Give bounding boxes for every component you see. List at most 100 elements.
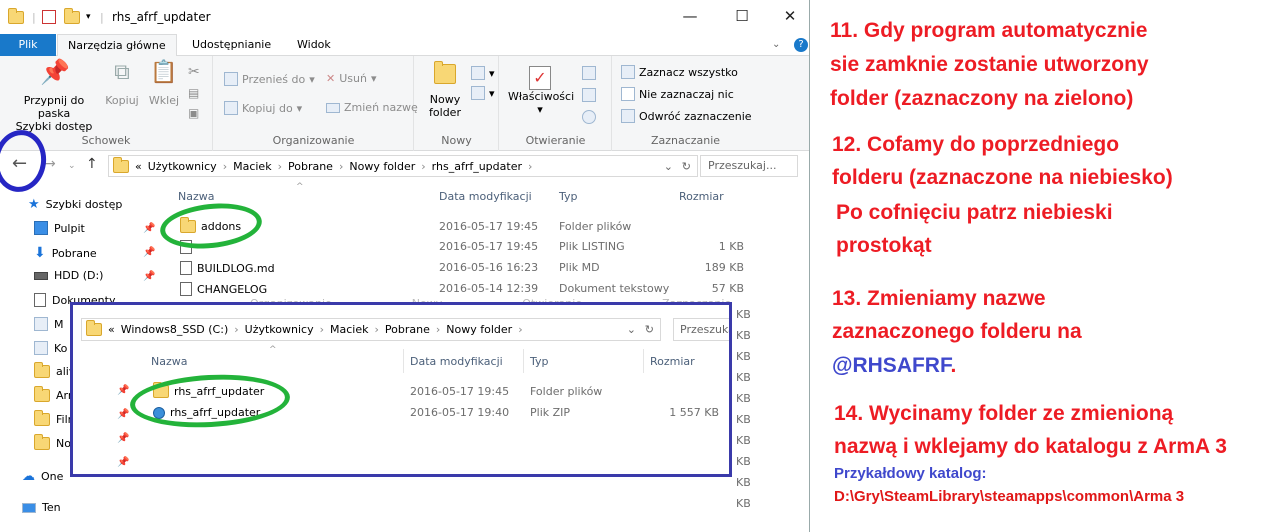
search-input[interactable]: Przeszukaj... xyxy=(700,155,798,177)
copy-label: Kopiuj xyxy=(105,94,139,107)
file-row[interactable]: 2016-05-17 19:45 Plik LISTING 1 KB xyxy=(160,236,760,257)
tab-home[interactable]: Narzędzia główne xyxy=(57,34,177,57)
column-header-name[interactable]: Nazwa xyxy=(178,190,214,203)
breadcrumb-maciek[interactable]: Maciek xyxy=(330,323,368,336)
breadcrumb-drive[interactable]: Windows8_SSD (C:) xyxy=(121,323,229,336)
tab-view[interactable]: Widok xyxy=(287,34,341,56)
step-14-line-2: nazwą i wklejamy do katalogu z ArmA 3 xyxy=(834,435,1227,458)
file-size: 189 KB xyxy=(704,261,744,274)
easy-access-icon[interactable]: ▾ xyxy=(471,86,495,100)
select-all-button[interactable]: Zaznacz wszystko xyxy=(621,65,738,79)
copy-to-button[interactable]: Kopiuj do ▾ xyxy=(224,101,302,115)
step-13-line-1: 13. Zmieniamy nazwe xyxy=(832,287,1046,310)
group-label-organize: Organizowanie xyxy=(272,134,355,147)
maximize-button[interactable]: ☐ xyxy=(732,6,752,26)
tab-share[interactable]: Udostępnianie xyxy=(182,34,281,56)
file-date: 2016-05-16 16:23 xyxy=(439,261,539,274)
copy-button[interactable]: ⧉ Kopiuj xyxy=(104,60,140,108)
recent-locations-icon[interactable]: ⌄ xyxy=(68,161,76,171)
pin-quick-access-button[interactable]: 📌 Przypnij do paska Szybki dostęp xyxy=(6,60,102,133)
history-icon[interactable] xyxy=(582,110,596,124)
breadcrumb-current[interactable]: rhs_afrf_updater xyxy=(432,160,522,173)
customize-quick-access-icon[interactable]: ▾ xyxy=(86,8,91,26)
breadcrumb-new-folder[interactable]: Nowy folder xyxy=(446,323,512,336)
column-header-date[interactable]: Data modyfikacji xyxy=(439,190,532,203)
column-header-date[interactable]: Data modyfikacji xyxy=(410,355,503,368)
select-none-label: Nie zaznaczaj nic xyxy=(639,87,734,101)
minimize-button[interactable]: — xyxy=(680,6,700,26)
tab-file[interactable]: Plik xyxy=(0,34,56,56)
inset-search-input[interactable]: Przeszukaj xyxy=(673,318,729,341)
file-date: 2016-05-17 19:45 xyxy=(439,240,539,253)
open-icon[interactable] xyxy=(582,66,596,80)
address-dropdown-icon[interactable]: ⌄ xyxy=(627,323,636,336)
folder-icon xyxy=(34,386,50,402)
column-header-type[interactable]: Typ xyxy=(530,355,549,368)
nav-downloads[interactable]: ⬇ Pobrane xyxy=(34,245,97,261)
move-to-button[interactable]: Przenieś do ▾ xyxy=(224,72,315,86)
help-icon[interactable]: ? xyxy=(794,38,808,52)
folder-icon xyxy=(34,410,50,426)
nav-item-arn[interactable]: Arn xyxy=(34,386,75,402)
example-label: Przykałdowy katalog: xyxy=(834,465,987,482)
nav-hdd[interactable]: HDD (D:) xyxy=(34,269,103,282)
breadcrumb-users[interactable]: Użytkownicy xyxy=(148,160,217,173)
delete-button[interactable]: ✕ Usuń ▾ xyxy=(326,72,376,85)
file-name: BUILDLOG.md xyxy=(197,261,275,275)
column-header-size[interactable]: Rozmiar xyxy=(679,190,724,203)
file-date: 2016-05-14 12:39 xyxy=(439,282,539,295)
step-11-line-1: 11. Gdy program automatycznie xyxy=(830,19,1148,42)
breadcrumb-downloads[interactable]: Pobrane xyxy=(288,160,333,173)
column-header-name[interactable]: Nazwa xyxy=(151,355,187,368)
nav-desktop[interactable]: Pulpit xyxy=(34,221,85,235)
properties-quick-icon[interactable] xyxy=(42,8,56,26)
breadcrumb-users[interactable]: Użytkownicy xyxy=(245,323,314,336)
copy-path-icon[interactable]: ▤ xyxy=(188,86,199,100)
properties-button[interactable]: ✓ Właściwości ▾ xyxy=(508,66,574,116)
nav-this-pc[interactable]: Ten xyxy=(22,501,61,514)
folder-icon xyxy=(34,362,50,378)
instructions-panel: 11. Gdy program automatycznie sie zamkni… xyxy=(815,0,1288,532)
navigation-bar: ← → ⌄ ↑ « Użytkownicy › Maciek › Pobrane › … xyxy=(0,151,809,181)
inset-address-bar[interactable]: « Windows8_SSD (C:) › Użytkownicy › Maciek… xyxy=(81,318,661,341)
edit-icon[interactable] xyxy=(582,88,596,102)
nav-onedrive[interactable]: ☁ One xyxy=(22,469,63,484)
pc-icon xyxy=(22,502,36,513)
column-header-size[interactable]: Rozmiar xyxy=(650,355,695,368)
paste-button[interactable]: 📋 Wklej xyxy=(146,62,182,108)
file-row[interactable]: BUILDLOG.md 2016-05-16 16:23 Plik MD 189… xyxy=(160,257,760,278)
expand-ribbon-icon[interactable]: ⌄ xyxy=(772,39,780,50)
nav-item-m[interactable]: M xyxy=(34,317,64,331)
pin-icon: 📌 xyxy=(143,247,156,258)
address-dropdown-icon[interactable]: ⌄ xyxy=(664,160,673,173)
select-none-button[interactable]: Nie zaznaczaj nic xyxy=(621,87,734,101)
group-label-select: Zaznaczanie xyxy=(650,134,721,147)
new-item-icon[interactable]: ▾ xyxy=(471,66,495,80)
nav-item-ko[interactable]: Ko xyxy=(34,341,67,355)
address-overflow[interactable]: « xyxy=(135,160,142,173)
column-header-type[interactable]: Typ xyxy=(559,190,578,203)
close-button[interactable]: ✕ xyxy=(780,6,800,26)
refresh-icon[interactable]: ↻ xyxy=(682,160,691,173)
invert-selection-button[interactable]: Odwróć zaznaczenie xyxy=(621,109,752,123)
desktop-icon xyxy=(34,221,48,235)
refresh-icon[interactable]: ↻ xyxy=(645,323,654,336)
paste-shortcut-icon[interactable]: ▣ xyxy=(188,106,199,120)
nav-quick-access[interactable]: ★ Szybki dostęp xyxy=(28,197,122,212)
new-folder-button[interactable]: Nowy folder xyxy=(425,61,465,119)
text-file-icon xyxy=(180,282,192,296)
breadcrumb-downloads[interactable]: Pobrane xyxy=(385,323,430,336)
cut-icon[interactable]: ✂ xyxy=(188,64,200,80)
address-bar[interactable]: « Użytkownicy › Maciek › Pobrane › Nowy fol… xyxy=(108,155,698,177)
rename-button[interactable]: Zmień nazwę xyxy=(326,101,418,114)
nav-item-no[interactable]: No xyxy=(34,434,71,450)
up-arrow-icon[interactable]: ↑ xyxy=(86,156,98,172)
breadcrumb-new-folder[interactable]: Nowy folder xyxy=(349,160,415,173)
new-folder-quick-icon[interactable] xyxy=(64,7,80,26)
breadcrumb-maciek[interactable]: Maciek xyxy=(233,160,271,173)
copy-icon: ⧉ xyxy=(114,60,130,85)
ribbon: 📌 Przypnij do paska Szybki dostęp ⧉ Kopi… xyxy=(0,56,809,151)
file-row[interactable]: CHANGELOG 2016-05-14 12:39 Dokument teks… xyxy=(160,278,760,299)
step-11-line-2: sie zamknie zostanie utworzony xyxy=(830,53,1149,76)
new-folder-label-1: Nowy xyxy=(429,93,461,106)
